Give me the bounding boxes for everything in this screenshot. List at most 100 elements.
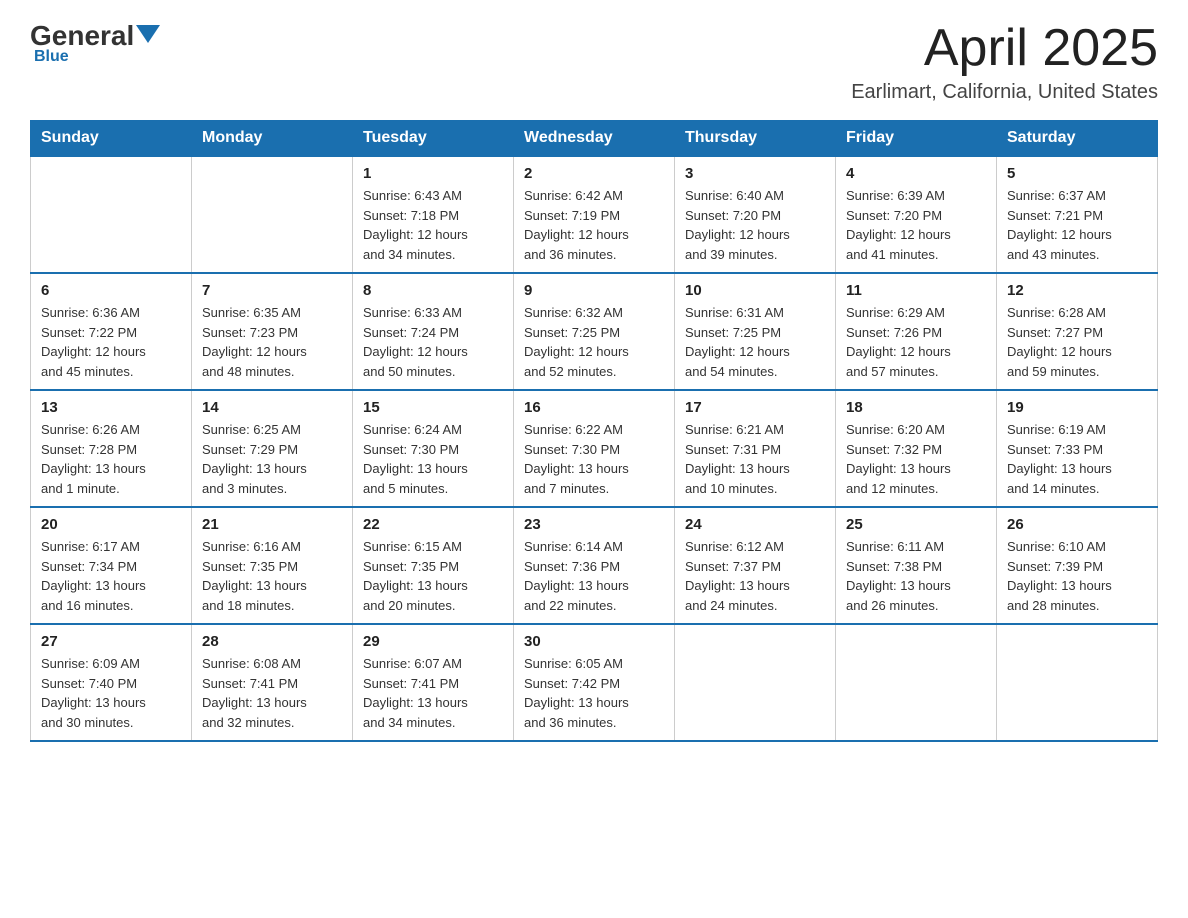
day-number: 2 xyxy=(524,165,664,182)
calendar-header-thursday: Thursday xyxy=(675,121,836,157)
calendar-header-monday: Monday xyxy=(192,121,353,157)
day-number: 27 xyxy=(41,633,181,650)
day-number: 23 xyxy=(524,516,664,533)
day-number: 25 xyxy=(846,516,986,533)
calendar-cell: 14Sunrise: 6:25 AM Sunset: 7:29 PM Dayli… xyxy=(192,390,353,507)
day-number: 18 xyxy=(846,399,986,416)
day-number: 8 xyxy=(363,282,503,299)
day-info: Sunrise: 6:32 AM Sunset: 7:25 PM Dayligh… xyxy=(524,303,664,381)
day-number: 26 xyxy=(1007,516,1147,533)
day-number: 1 xyxy=(363,165,503,182)
calendar-cell: 17 Sunrise: 6:21 AM Sunset: 7:31 PM Dayli… xyxy=(675,390,836,507)
calendar-week-row: 27 Sunrise: 6:09 AM Sunset: 7:40 PM Dayli… xyxy=(31,624,1158,741)
day-number: 12 xyxy=(1007,282,1147,299)
day-info: Sunrise: 6:17 AM Sunset: 7:34 PM Dayligh… xyxy=(41,537,181,615)
location-label: Earlimart, California, United States xyxy=(851,81,1158,104)
page-header: General Blue April 2025 Earlimart, Calif… xyxy=(30,20,1158,104)
calendar-cell: 6 Sunrise: 6:36 AM Sunset: 7:22 PM Daylig… xyxy=(31,273,192,390)
calendar-header-sunday: Sunday xyxy=(31,121,192,157)
day-number: 10 xyxy=(685,282,825,299)
day-info: Sunrise: 6:07 AM Sunset: 7:41 PM Dayligh… xyxy=(363,654,503,732)
logo-blue-text: Blue xyxy=(34,48,69,66)
day-info: Sunrise: 6:08 AM Sunset: 7:41 PM Dayligh… xyxy=(202,654,342,732)
calendar-cell: 19 Sunrise: 6:19 AM Sunset: 7:33 PM Dayli… xyxy=(997,390,1158,507)
calendar-cell: 11Sunrise: 6:29 AM Sunset: 7:26 PM Dayli… xyxy=(836,273,997,390)
calendar-cell xyxy=(836,624,997,741)
day-number: 17 xyxy=(685,399,825,416)
calendar-cell: 28Sunrise: 6:08 AM Sunset: 7:41 PM Dayli… xyxy=(192,624,353,741)
calendar-cell: 30 Sunrise: 6:05 AM Sunset: 7:42 PM Dayli… xyxy=(514,624,675,741)
day-info: Sunrise: 6:33 AM Sunset: 7:24 PM Dayligh… xyxy=(363,303,503,381)
calendar-cell: 13 Sunrise: 6:26 AM Sunset: 7:28 PM Dayli… xyxy=(31,390,192,507)
calendar-cell: 10 Sunrise: 6:31 AM Sunset: 7:25 PM Dayli… xyxy=(675,273,836,390)
day-number: 21 xyxy=(202,516,342,533)
logo: General Blue xyxy=(30,20,160,66)
day-info: Sunrise: 6:21 AM Sunset: 7:31 PM Dayligh… xyxy=(685,420,825,498)
calendar-header-tuesday: Tuesday xyxy=(353,121,514,157)
month-title: April 2025 xyxy=(851,20,1158,77)
calendar-cell: 26Sunrise: 6:10 AM Sunset: 7:39 PM Dayli… xyxy=(997,507,1158,624)
day-info: Sunrise: 6:37 AM Sunset: 7:21 PM Dayligh… xyxy=(1007,186,1147,264)
calendar-table: SundayMondayTuesdayWednesdayThursdayFrid… xyxy=(30,120,1158,742)
day-info: Sunrise: 6:14 AM Sunset: 7:36 PM Dayligh… xyxy=(524,537,664,615)
day-info: Sunrise: 6:28 AM Sunset: 7:27 PM Dayligh… xyxy=(1007,303,1147,381)
calendar-cell: 23 Sunrise: 6:14 AM Sunset: 7:36 PM Dayli… xyxy=(514,507,675,624)
day-number: 16 xyxy=(524,399,664,416)
day-info: Sunrise: 6:20 AM Sunset: 7:32 PM Dayligh… xyxy=(846,420,986,498)
calendar-cell: 4 Sunrise: 6:39 AM Sunset: 7:20 PM Daylig… xyxy=(836,156,997,273)
calendar-cell: 7Sunrise: 6:35 AM Sunset: 7:23 PM Daylig… xyxy=(192,273,353,390)
calendar-cell: 20 Sunrise: 6:17 AM Sunset: 7:34 PM Dayli… xyxy=(31,507,192,624)
calendar-cell: 5 Sunrise: 6:37 AM Sunset: 7:21 PM Daylig… xyxy=(997,156,1158,273)
day-info: Sunrise: 6:26 AM Sunset: 7:28 PM Dayligh… xyxy=(41,420,181,498)
day-number: 30 xyxy=(524,633,664,650)
day-info: Sunrise: 6:19 AM Sunset: 7:33 PM Dayligh… xyxy=(1007,420,1147,498)
calendar-cell xyxy=(31,156,192,273)
calendar-cell: 9Sunrise: 6:32 AM Sunset: 7:25 PM Daylig… xyxy=(514,273,675,390)
day-info: Sunrise: 6:22 AM Sunset: 7:30 PM Dayligh… xyxy=(524,420,664,498)
calendar-cell: 21 Sunrise: 6:16 AM Sunset: 7:35 PM Dayli… xyxy=(192,507,353,624)
day-number: 4 xyxy=(846,165,986,182)
day-info: Sunrise: 6:15 AM Sunset: 7:35 PM Dayligh… xyxy=(363,537,503,615)
calendar-cell xyxy=(675,624,836,741)
day-number: 6 xyxy=(41,282,181,299)
day-info: Sunrise: 6:31 AM Sunset: 7:25 PM Dayligh… xyxy=(685,303,825,381)
day-number: 15 xyxy=(363,399,503,416)
calendar-cell: 1 Sunrise: 6:43 AM Sunset: 7:18 PM Daylig… xyxy=(353,156,514,273)
calendar-cell: 27 Sunrise: 6:09 AM Sunset: 7:40 PM Dayli… xyxy=(31,624,192,741)
day-info: Sunrise: 6:40 AM Sunset: 7:20 PM Dayligh… xyxy=(685,186,825,264)
logo-triangle-icon xyxy=(136,25,160,43)
calendar-header-wednesday: Wednesday xyxy=(514,121,675,157)
day-info: Sunrise: 6:39 AM Sunset: 7:20 PM Dayligh… xyxy=(846,186,986,264)
day-number: 5 xyxy=(1007,165,1147,182)
day-info: Sunrise: 6:35 AM Sunset: 7:23 PM Dayligh… xyxy=(202,303,342,381)
calendar-cell: 24 Sunrise: 6:12 AM Sunset: 7:37 PM Dayli… xyxy=(675,507,836,624)
calendar-cell xyxy=(192,156,353,273)
calendar-header-friday: Friday xyxy=(836,121,997,157)
day-number: 20 xyxy=(41,516,181,533)
calendar-cell: 2 Sunrise: 6:42 AM Sunset: 7:19 PM Daylig… xyxy=(514,156,675,273)
calendar-cell: 29Sunrise: 6:07 AM Sunset: 7:41 PM Dayli… xyxy=(353,624,514,741)
calendar-cell: 12 Sunrise: 6:28 AM Sunset: 7:27 PM Dayli… xyxy=(997,273,1158,390)
day-number: 24 xyxy=(685,516,825,533)
day-number: 11 xyxy=(846,282,986,299)
day-info: Sunrise: 6:36 AM Sunset: 7:22 PM Dayligh… xyxy=(41,303,181,381)
calendar-cell: 8 Sunrise: 6:33 AM Sunset: 7:24 PM Daylig… xyxy=(353,273,514,390)
day-info: Sunrise: 6:43 AM Sunset: 7:18 PM Dayligh… xyxy=(363,186,503,264)
day-info: Sunrise: 6:42 AM Sunset: 7:19 PM Dayligh… xyxy=(524,186,664,264)
calendar-week-row: 1 Sunrise: 6:43 AM Sunset: 7:18 PM Daylig… xyxy=(31,156,1158,273)
day-info: Sunrise: 6:12 AM Sunset: 7:37 PM Dayligh… xyxy=(685,537,825,615)
day-number: 22 xyxy=(363,516,503,533)
calendar-header-row: SundayMondayTuesdayWednesdayThursdayFrid… xyxy=(31,121,1158,157)
calendar-week-row: 20 Sunrise: 6:17 AM Sunset: 7:34 PM Dayli… xyxy=(31,507,1158,624)
day-number: 19 xyxy=(1007,399,1147,416)
day-info: Sunrise: 6:05 AM Sunset: 7:42 PM Dayligh… xyxy=(524,654,664,732)
calendar-cell: 18 Sunrise: 6:20 AM Sunset: 7:32 PM Dayli… xyxy=(836,390,997,507)
calendar-header-saturday: Saturday xyxy=(997,121,1158,157)
calendar-week-row: 13 Sunrise: 6:26 AM Sunset: 7:28 PM Dayli… xyxy=(31,390,1158,507)
day-number: 14 xyxy=(202,399,342,416)
day-info: Sunrise: 6:16 AM Sunset: 7:35 PM Dayligh… xyxy=(202,537,342,615)
calendar-cell xyxy=(997,624,1158,741)
day-number: 13 xyxy=(41,399,181,416)
title-block: April 2025 Earlimart, California, United… xyxy=(851,20,1158,104)
day-info: Sunrise: 6:09 AM Sunset: 7:40 PM Dayligh… xyxy=(41,654,181,732)
